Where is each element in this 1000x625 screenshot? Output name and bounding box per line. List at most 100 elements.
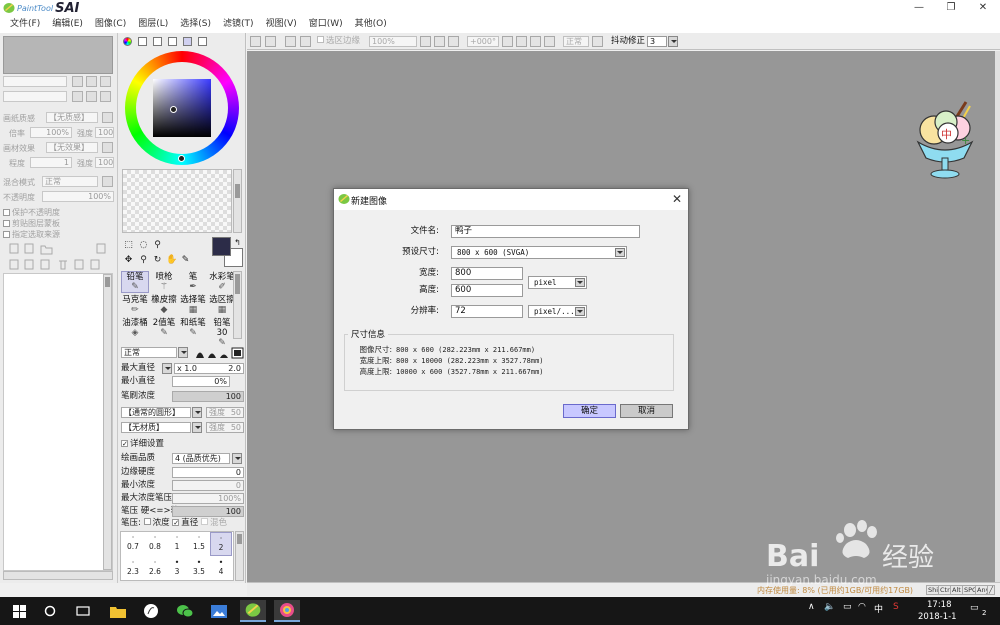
layer-list-scrollbar[interactable]	[103, 274, 112, 570]
brush-texture-select[interactable]: 【无材质】	[121, 422, 191, 433]
height-input[interactable]: 600	[451, 284, 523, 297]
eyedropper-icon[interactable]: ✎	[180, 255, 191, 266]
size-cell[interactable]: · 1.5	[188, 532, 210, 556]
swap-color-icon[interactable]: ↰	[232, 237, 243, 248]
clip-group-checkbox[interactable]	[3, 219, 10, 227]
blend-mode-dropdown[interactable]	[102, 176, 113, 187]
cancel-button[interactable]: 取消	[620, 404, 673, 418]
max-diameter-slider[interactable]: x 1.0 2.0	[174, 363, 244, 374]
size-cell-selected[interactable]: · 2	[210, 532, 232, 556]
zoom-out-button[interactable]	[72, 76, 83, 87]
zoom-slider[interactable]	[3, 76, 67, 87]
lasso-icon[interactable]: ◌	[138, 240, 149, 251]
quality-select[interactable]: 4 (品质优先)	[172, 453, 230, 464]
brush-blend-select[interactable]: 正常	[121, 347, 177, 358]
rotate-ccw-icon[interactable]	[502, 36, 513, 47]
hand-icon[interactable]: ✋	[166, 255, 177, 266]
color-wheel-tab-icon[interactable]	[123, 37, 132, 46]
stabilizer-dropdown[interactable]	[668, 36, 678, 47]
rotate-cw-icon[interactable]	[516, 36, 527, 47]
protect-opacity-checkbox[interactable]	[3, 208, 10, 216]
size-grid-scrollbar[interactable]	[235, 531, 244, 581]
zoom-reset-button[interactable]	[100, 76, 111, 87]
search-button[interactable]	[37, 600, 63, 622]
brush-blend-dropdown[interactable]	[178, 347, 188, 358]
show-selection-icon[interactable]	[300, 36, 311, 47]
resolution-unit-select[interactable]: pixel/...	[528, 305, 587, 318]
task-view-button[interactable]	[70, 600, 96, 622]
menu-view[interactable]: 视图(V)	[260, 16, 303, 33]
density-slider[interactable]: 100	[172, 391, 244, 402]
rotate-slider[interactable]	[3, 91, 67, 102]
paper-texture-select[interactable]: 【无质感】	[46, 112, 98, 123]
pressure-diameter-checkbox[interactable]: ✓	[172, 519, 180, 527]
detail-settings-toggle[interactable]: ✓ 详细设置	[121, 439, 164, 450]
brush-airbrush[interactable]: 喷枪 ⚚	[150, 271, 178, 293]
sv-marker[interactable]	[170, 106, 177, 113]
menu-window[interactable]: 窗口(W)	[303, 16, 349, 33]
flip-icon[interactable]	[544, 36, 555, 47]
color-wheel[interactable]	[125, 51, 239, 165]
scale-value[interactable]: 100%	[30, 127, 72, 138]
resolution-input[interactable]: 72	[451, 305, 523, 318]
ok-button[interactable]: 确定	[563, 404, 616, 418]
menu-file[interactable]: 文件(F)	[4, 16, 46, 33]
magic-wand-icon[interactable]: ⚲	[152, 240, 163, 251]
effect-select[interactable]: 【无效果】	[46, 142, 98, 153]
taskbar-color-app[interactable]	[274, 600, 300, 622]
select-all-icon[interactable]	[250, 36, 261, 47]
strength2-value[interactable]: 100	[95, 157, 114, 168]
gradient-tab-icon[interactable]	[168, 37, 177, 46]
close-window-button[interactable]: ✕	[968, 0, 998, 16]
effect-dropdown[interactable]	[102, 142, 113, 153]
taskbar-sai[interactable]	[240, 600, 266, 622]
max-pressure-slider[interactable]: 100%	[172, 493, 244, 504]
brush-texture-dropdown[interactable]	[192, 422, 202, 433]
menu-filter[interactable]: 滤镜(T)	[217, 16, 260, 33]
taskbar-app2[interactable]	[138, 600, 164, 622]
minimize-button[interactable]: —	[904, 0, 934, 16]
zoom-field[interactable]: 100%	[369, 36, 417, 47]
opacity-slider[interactable]: 100%	[42, 191, 114, 202]
brush-watercolor[interactable]: 水彩笔 ✐	[208, 271, 236, 293]
size-cell[interactable]: · 1	[166, 532, 188, 556]
zoom-fit-icon[interactable]	[448, 36, 459, 47]
tray-chevron-icon[interactable]: ∧	[808, 602, 815, 612]
notification-icon[interactable]: ▭	[970, 603, 979, 613]
brush-bucket[interactable]: 油漆桶 ◈	[121, 317, 149, 339]
rotate-reset-button[interactable]	[100, 91, 111, 102]
brush-washi[interactable]: 和纸笔 ✎	[179, 317, 207, 339]
select-source-checkbox[interactable]	[3, 230, 10, 238]
start-button[interactable]	[6, 600, 32, 622]
brush-binary[interactable]: 2值笔 ✎	[150, 317, 178, 339]
filename-input[interactable]: 鸭子	[451, 225, 640, 238]
size-cell[interactable]: · 2.3	[122, 557, 144, 581]
hsv-slider-tab-icon[interactable]	[153, 37, 162, 46]
min-diameter-slider[interactable]: 0%	[172, 376, 230, 387]
size-cell[interactable]: · 2.6	[144, 557, 166, 581]
volume-icon[interactable]: 🔈	[824, 602, 835, 612]
max-diameter-dropdown[interactable]	[162, 363, 172, 374]
navigator-preview[interactable]	[3, 36, 113, 74]
brush-select-eraser[interactable]: 选区擦 ▦	[208, 294, 236, 316]
swatch-tab-icon[interactable]	[183, 37, 192, 46]
size-cell[interactable]: · 0.8	[144, 532, 166, 556]
select-source-option[interactable]: 指定选取来源	[3, 228, 60, 240]
preset-select[interactable]: 800 x 600 (SVGA)	[451, 246, 627, 259]
view-blend-dropdown[interactable]	[592, 36, 603, 47]
layer-list[interactable]	[3, 273, 113, 571]
rgb-slider-tab-icon[interactable]	[138, 37, 147, 46]
ime-indicator[interactable]: 中	[874, 602, 883, 615]
blend-mode-select[interactable]: 正常	[42, 176, 98, 187]
detail-settings-checkbox[interactable]: ✓	[121, 440, 128, 448]
size-unit-select[interactable]: pixel	[528, 276, 587, 289]
strength-value[interactable]: 100	[95, 127, 114, 138]
size-cell[interactable]: · 0.7	[122, 532, 144, 556]
wifi-icon[interactable]: ◠	[858, 602, 866, 612]
menu-other[interactable]: 其他(O)	[349, 16, 393, 33]
degree-value[interactable]: 1	[30, 157, 72, 168]
rotate-tool-icon[interactable]: ↻	[152, 255, 163, 266]
zoom-out-icon[interactable]	[420, 36, 431, 47]
brush-eraser[interactable]: 橡皮擦 ◆	[150, 294, 178, 316]
hue-marker[interactable]	[178, 155, 185, 162]
